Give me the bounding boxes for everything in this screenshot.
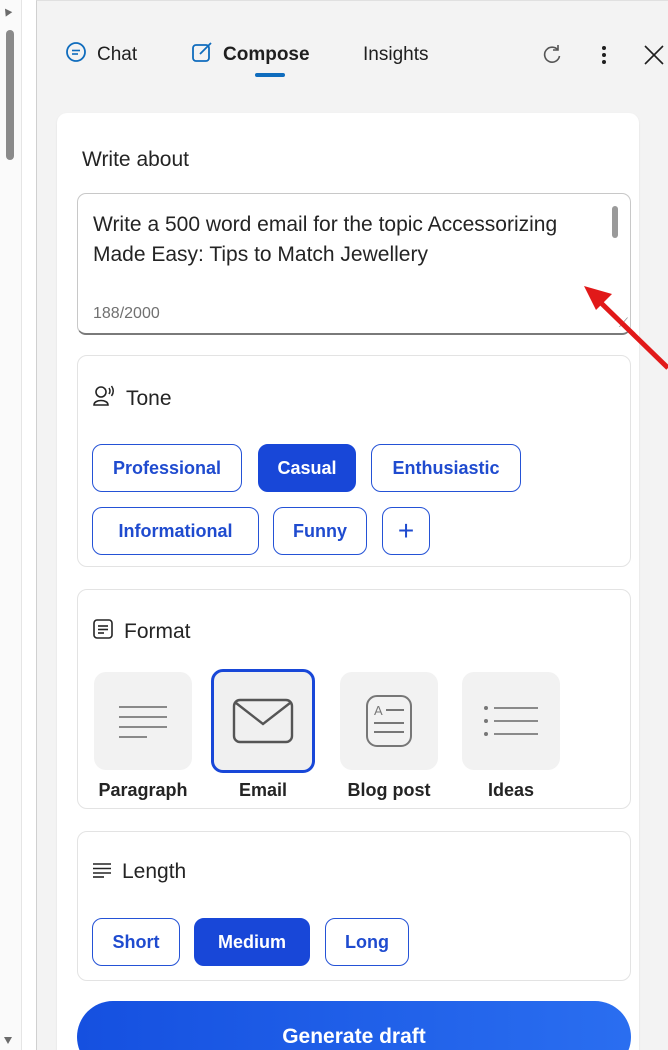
outer-scrollbar[interactable] — [0, 0, 22, 1050]
blog-post-icon: A — [340, 672, 438, 770]
tone-option-informational[interactable]: Informational — [92, 507, 259, 555]
tone-option-casual[interactable]: Casual — [258, 444, 356, 492]
tone-header: Tone — [92, 384, 172, 414]
format-section: Format Paragraph Email A Blog post Ideas — [77, 589, 631, 809]
format-icon — [92, 618, 114, 646]
write-about-text[interactable]: Write a 500 word email for the topic Acc… — [93, 210, 603, 300]
tone-option-professional[interactable]: Professional — [92, 444, 242, 492]
length-header: Length — [92, 860, 186, 884]
length-section: Length Short Medium Long — [77, 831, 631, 981]
ideas-list-icon — [462, 672, 560, 770]
panel-header: Chat Compose Insights — [37, 1, 668, 105]
active-tab-indicator — [255, 73, 285, 77]
tab-chat[interactable]: Chat — [65, 41, 137, 69]
tab-compose-label: Compose — [223, 44, 310, 65]
character-counter: 188/2000 — [93, 305, 166, 323]
tab-compose[interactable]: Compose — [191, 41, 310, 69]
scroll-up-arrow-icon[interactable] — [1, 6, 13, 17]
copilot-panel: Chat Compose Insights Write about Write … — [36, 0, 668, 1050]
format-label: Format — [124, 620, 191, 643]
length-option-short[interactable]: Short — [92, 918, 180, 966]
textarea-scrollbar-thumb[interactable] — [612, 206, 618, 238]
format-option-paragraph-label: Paragraph — [98, 780, 188, 800]
more-options-icon[interactable] — [591, 41, 617, 69]
tone-label: Tone — [126, 387, 172, 410]
format-option-blog-post-label: Blog post — [347, 780, 431, 800]
write-about-textarea[interactable]: Write a 500 word email for the topic Acc… — [77, 193, 631, 335]
format-option-email[interactable]: Email — [211, 669, 315, 801]
tone-section: Tone Professional Casual Enthusiastic In… — [77, 355, 631, 567]
tab-insights-label: Insights — [363, 44, 429, 65]
format-option-email-label: Email — [238, 780, 288, 800]
svg-text:A: A — [374, 703, 383, 718]
generate-draft-button[interactable]: Generate draft — [77, 1001, 631, 1050]
chat-icon — [65, 41, 87, 69]
write-about-label: Write about — [82, 148, 189, 171]
format-option-paragraph[interactable]: Paragraph — [94, 672, 192, 801]
length-icon — [92, 860, 112, 884]
voice-icon — [92, 384, 116, 414]
refresh-icon[interactable] — [539, 41, 565, 69]
length-option-medium[interactable]: Medium — [194, 918, 310, 966]
paragraph-icon — [94, 672, 192, 770]
format-option-ideas-label: Ideas — [487, 780, 535, 800]
add-tone-button[interactable]: + — [382, 507, 430, 555]
outer-scrollbar-thumb[interactable] — [6, 30, 14, 160]
tab-chat-label: Chat — [97, 44, 138, 65]
resize-handle-icon[interactable]: ⟋ — [619, 315, 628, 331]
length-label: Length — [122, 860, 187, 883]
compose-form: Write about Write a 500 word email for t… — [57, 113, 639, 1050]
close-icon[interactable] — [641, 41, 667, 69]
email-envelope-icon — [211, 669, 315, 773]
tone-option-enthusiastic[interactable]: Enthusiastic — [371, 444, 521, 492]
tab-insights[interactable]: Insights — [363, 41, 428, 69]
compose-icon — [191, 41, 213, 69]
format-option-blog-post[interactable]: A Blog post — [340, 672, 438, 801]
format-option-ideas[interactable]: Ideas — [462, 672, 560, 801]
tone-option-funny[interactable]: Funny — [273, 507, 367, 555]
scroll-down-arrow-icon[interactable] — [4, 1037, 12, 1044]
format-header: Format — [92, 618, 191, 646]
length-option-long[interactable]: Long — [325, 918, 409, 966]
